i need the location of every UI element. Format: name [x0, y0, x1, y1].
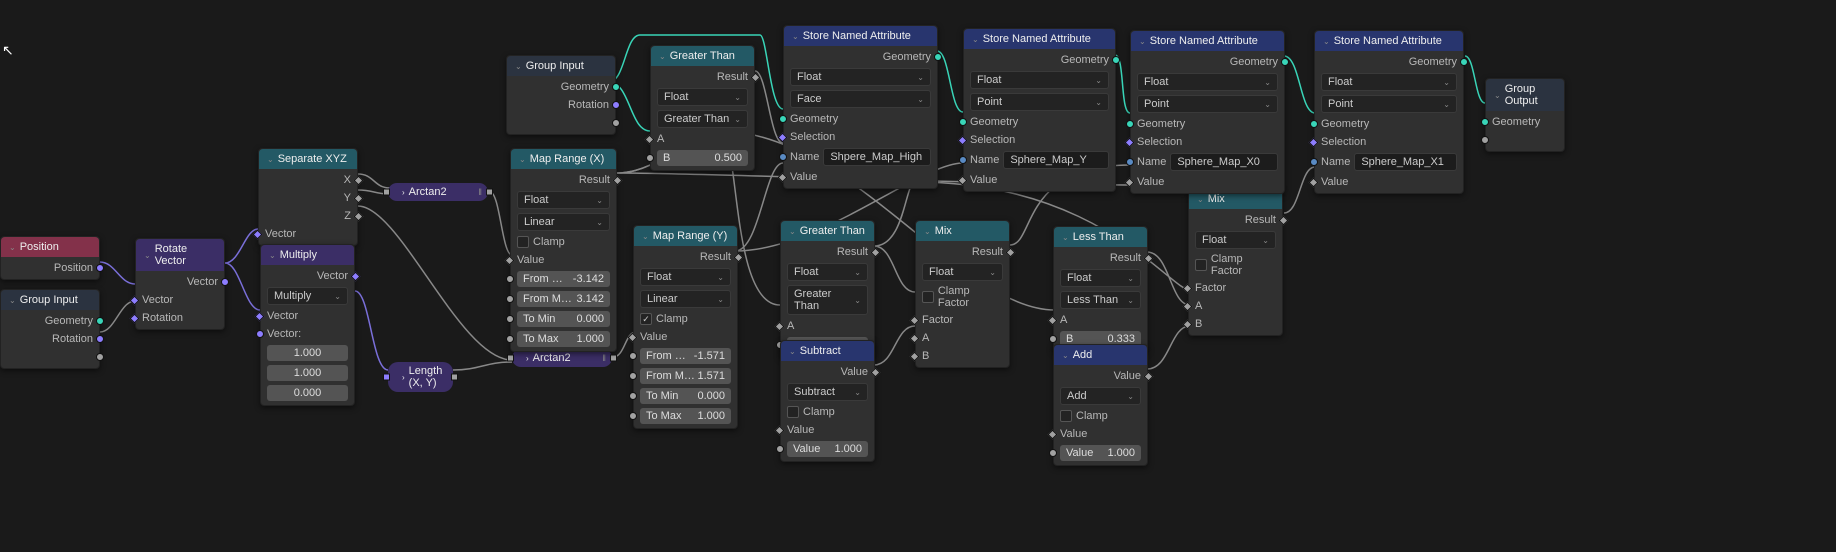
node-multiply[interactable]: ⌄Multiply Vector Multiply⌄ Vector Vector…	[260, 244, 355, 406]
vec-z[interactable]: 0.000	[267, 385, 348, 401]
node-mix-2[interactable]: ⌄Mix Result Float⌄ Clamp Factor Factor A…	[1188, 188, 1283, 336]
node-length-xy[interactable]: ›Length (X, Y)	[388, 362, 453, 392]
node-less-than[interactable]: ⌄Less Than Result Float⌄ Less Than⌄ A B0…	[1053, 226, 1148, 352]
mouse-cursor: ↖	[2, 42, 14, 59]
node-separate-xyz[interactable]: ⌄Separate XYZ X Y Z Vector	[258, 148, 358, 246]
node-map-range-y[interactable]: ⌄Map Range (Y) Result Float⌄ Linear⌄ Cla…	[633, 225, 738, 429]
node-store-2[interactable]: ⌄Store Named Attribute Geometry Float⌄ P…	[963, 28, 1116, 192]
node-add[interactable]: ⌄Add Value Add⌄ Clamp Value Value1.000	[1053, 344, 1148, 466]
node-rotate-vector[interactable]: ⌄Rotate Vector Vector Vector Rotation	[135, 238, 225, 330]
select-op[interactable]: Multiply⌄	[267, 287, 348, 305]
node-store-4[interactable]: ⌄Store Named Attribute Geometry Float⌄ P…	[1314, 30, 1464, 194]
node-group-input-left[interactable]: ⌄Group Input Geometry Rotation	[0, 289, 100, 369]
clamp-checkbox[interactable]	[640, 313, 652, 325]
node-map-range-x[interactable]: ⌄Map Range (X) Result Float⌄ Linear⌄ Cla…	[510, 148, 617, 352]
clamp-checkbox[interactable]	[517, 236, 529, 248]
node-mix-1[interactable]: ⌄Mix Result Float⌄ Clamp Factor Factor A…	[915, 220, 1010, 368]
node-group-input-top[interactable]: ⌄Group Input Geometry Rotation	[506, 55, 616, 135]
node-header[interactable]: ⌄Position	[1, 237, 99, 257]
node-greater-than-mid[interactable]: ⌄Greater Than Result Float⌄ Greater Than…	[780, 220, 875, 358]
node-position[interactable]: ⌄Position Position	[0, 236, 100, 280]
node-store-3[interactable]: ⌄Store Named Attribute Geometry Float⌄ P…	[1130, 30, 1285, 194]
vec-y[interactable]: 1.000	[267, 365, 348, 381]
node-group-output[interactable]: ⌄Group Output Geometry	[1485, 78, 1565, 152]
node-greater-than-top[interactable]: ⌄Greater Than Result Float⌄ Greater Than…	[650, 45, 755, 171]
node-arctan2-top[interactable]: ›Arctan2 ‖	[388, 183, 488, 201]
vec-x[interactable]: 1.000	[267, 345, 348, 361]
output-position: Position	[54, 262, 93, 274]
node-store-1[interactable]: ⌄Store Named Attribute Geometry Float⌄ F…	[783, 25, 938, 189]
node-subtract[interactable]: ⌄Subtract Value Subtract⌄ Clamp Value Va…	[780, 340, 875, 462]
